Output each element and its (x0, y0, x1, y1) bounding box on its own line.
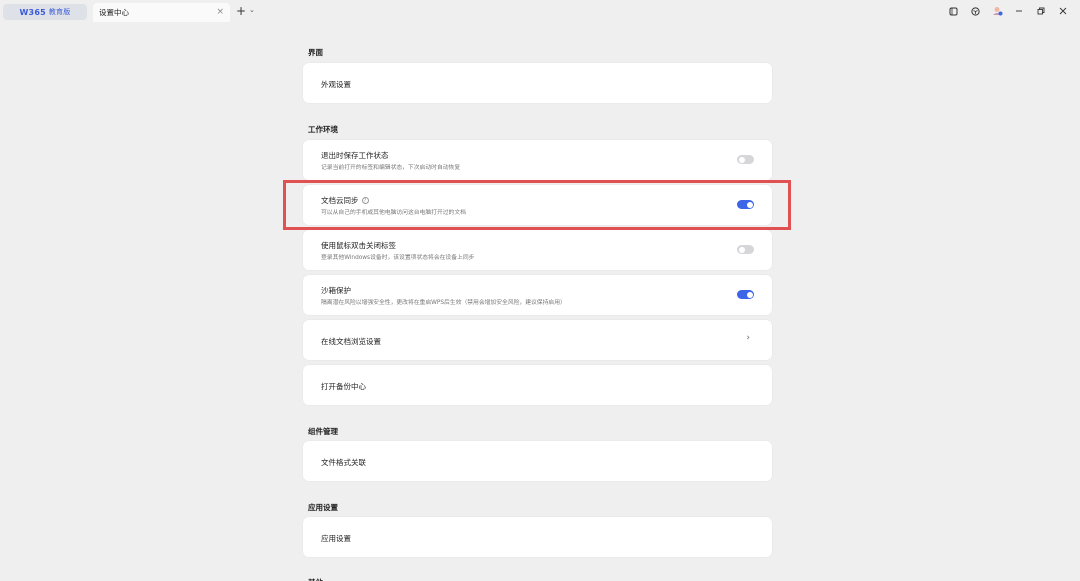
double-click-close-label: 使用鼠标双击关闭标签 (321, 241, 396, 250)
file-assoc-card[interactable]: 文件格式关联 (303, 441, 772, 481)
user-avatar-icon[interactable] (986, 4, 1008, 18)
cloud-sync-card: 文档云同步? 可以从自己的手机或其他电脑访问这台电脑打开过的文档 (303, 185, 772, 225)
tab-menu-chevron-icon[interactable]: ⌄ (249, 6, 255, 14)
cloud-sync-desc: 可以从自己的手机或其他电脑访问这台电脑打开过的文档 (321, 210, 466, 216)
add-tab-icon[interactable]: + (236, 4, 246, 18)
sandbox-label: 沙箱保护 (321, 286, 351, 295)
online-browse-label: 在线文档浏览设置 (321, 337, 381, 346)
appearance-settings-label: 外观设置 (321, 80, 351, 89)
backup-center-label: 打开备份中心 (321, 382, 366, 391)
app-settings-label: 应用设置 (321, 534, 351, 543)
close-tab-icon[interactable]: × (216, 7, 224, 17)
sandbox-desc: 隔离潜在风险以增强安全性，更改将在重启WPS后生效（禁用会增加安全风险，建议保持… (321, 300, 566, 306)
chevron-right-icon: › (746, 333, 750, 343)
section-title-app-settings: 应用设置 (308, 503, 338, 512)
section-title-other: 其他 (308, 577, 323, 581)
online-browse-card[interactable]: 在线文档浏览设置 › (303, 320, 772, 360)
sandbox-card: 沙箱保护 隔离潜在风险以增强安全性，更改将在重启WPS后生效（禁用会增加安全风险… (303, 275, 772, 315)
section-title-interface: 界面 (308, 48, 323, 57)
help-icon[interactable]: ? (361, 197, 369, 204)
app-edition-label: 教育版 (48, 8, 71, 16)
backup-center-card[interactable]: 打开备份中心 (303, 365, 772, 405)
tab-title: 设置中心 (99, 8, 129, 17)
minimize-icon[interactable] (1008, 4, 1030, 18)
cloud-sync-toggle[interactable] (737, 200, 754, 209)
tab-settings-center[interactable]: 设置中心 × (93, 3, 230, 22)
double-click-close-card: 使用鼠标双击关闭标签 登录其他Windows设备时，该设置项状态将会在设备上同步 (303, 230, 772, 270)
double-click-close-toggle[interactable] (737, 245, 754, 254)
section-title-work-environment: 工作环境 (308, 125, 338, 134)
app-settings-card[interactable]: 应用设置 (303, 517, 772, 557)
save-state-label: 退出时保存工作状态 (321, 151, 389, 160)
window-controls (942, 4, 1074, 18)
wps-logo: W365 (19, 7, 46, 17)
appearance-settings-card[interactable]: 外观设置 (303, 63, 772, 103)
save-state-toggle[interactable] (737, 155, 754, 164)
close-window-icon[interactable] (1052, 4, 1074, 18)
cube-icon[interactable] (964, 4, 986, 18)
double-click-close-desc: 登录其他Windows设备时，该设置项状态将会在设备上同步 (321, 255, 475, 261)
app-home-tab[interactable]: W365 教育版 (3, 4, 87, 20)
cloud-sync-label: 文档云同步? (321, 195, 369, 206)
title-bar: W365 教育版 设置中心 × + ⌄ (0, 0, 1080, 22)
section-title-components: 组件管理 (308, 427, 338, 436)
sandbox-toggle[interactable] (737, 290, 754, 299)
save-state-desc: 记录当前打开的标签和编辑状态，下次启动时自动恢复 (321, 165, 461, 171)
restore-icon[interactable] (1030, 4, 1052, 18)
window-layout-icon[interactable] (942, 4, 964, 18)
file-assoc-label: 文件格式关联 (321, 458, 366, 467)
save-state-card: 退出时保存工作状态 记录当前打开的标签和编辑状态，下次启动时自动恢复 (303, 140, 772, 180)
